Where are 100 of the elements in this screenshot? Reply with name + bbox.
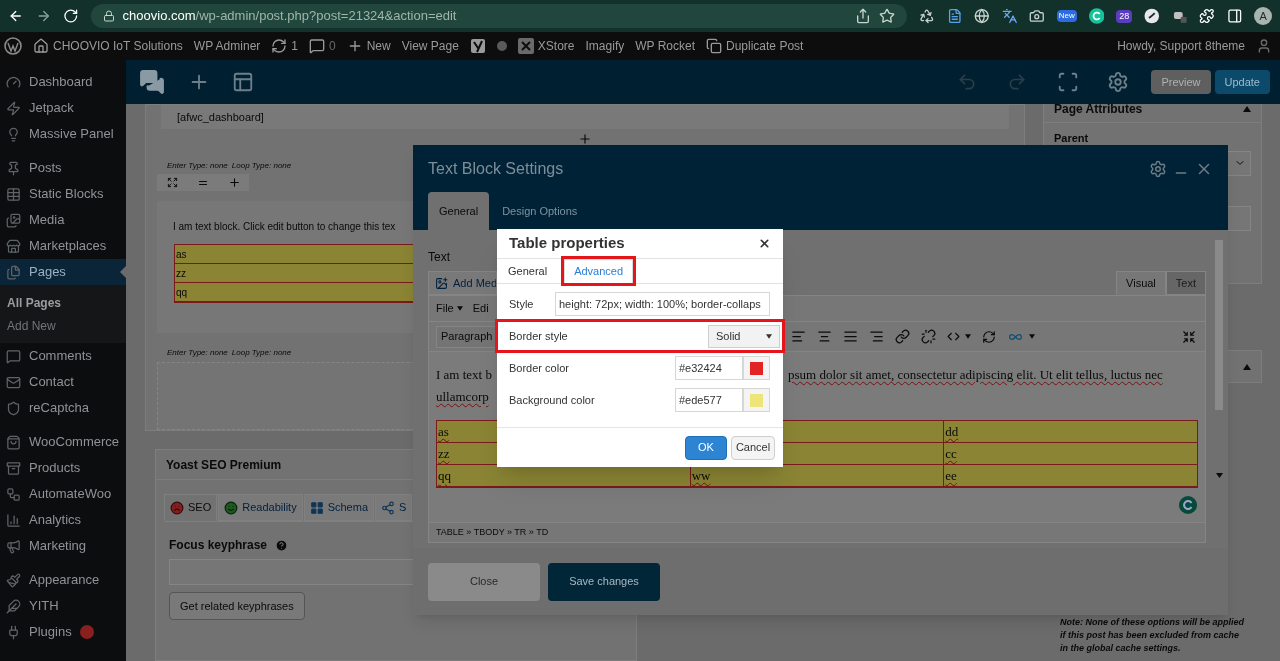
editor-menu[interactable]: Edi: [472, 300, 489, 317]
fullscreen-icon[interactable]: [1182, 329, 1196, 344]
add-media-button[interactable]: Add Med: [428, 271, 497, 295]
sidebar-item[interactable]: Jetpack: [0, 95, 126, 121]
close-button[interactable]: Close: [428, 562, 540, 601]
code-dropdown[interactable]: [947, 330, 971, 343]
cancel-button[interactable]: Cancel: [731, 435, 775, 460]
align-justify-icon[interactable]: [843, 329, 858, 344]
color-input[interactable]: #ede577: [675, 388, 743, 412]
refresh-icon[interactable]: [982, 329, 996, 344]
wordpress-logo-icon[interactable]: [4, 37, 22, 55]
sidebar-item[interactable]: Contact: [0, 369, 126, 395]
settings-icon[interactable]: [1107, 71, 1130, 93]
sidebar-item[interactable]: Plugins: [0, 619, 126, 645]
editor-tab[interactable]: Visual: [1116, 271, 1166, 295]
sidebar-item[interactable]: Appearance: [0, 567, 126, 593]
chat-bubbles-icon[interactable]: [138, 69, 166, 95]
settings-icon[interactable]: [1149, 159, 1167, 178]
camera-icon[interactable]: [1029, 8, 1045, 24]
seo-tab[interactable]: Readability: [218, 494, 303, 521]
border-style-select[interactable]: Solid: [708, 324, 780, 348]
shortcode-block[interactable]: [afwc_dashboard]: [161, 105, 1009, 129]
updates-link[interactable]: 1: [271, 37, 298, 55]
link-icon[interactable]: [895, 329, 910, 344]
reload-icon[interactable]: [63, 8, 79, 24]
layout-icon[interactable]: [232, 71, 254, 93]
dialog-tab[interactable]: Advanced: [564, 259, 634, 283]
sidebar-item[interactable]: Analytics: [0, 507, 126, 533]
help-icon[interactable]: [275, 538, 289, 552]
grammar-check-icon[interactable]: [1179, 496, 1197, 514]
xstore-link[interactable]: XStore: [517, 37, 575, 55]
admin-bar-link[interactable]: WP Adminer: [193, 37, 261, 55]
admin-bar-link[interactable]: View Page: [401, 37, 459, 55]
translate-icon[interactable]: [1001, 8, 1018, 24]
sidebar-item[interactable]: YITH: [0, 593, 126, 619]
editor-menu[interactable]: File: [436, 300, 463, 317]
seo-tab[interactable]: S: [375, 494, 413, 521]
sidebar-item[interactable]: Massive Panel: [0, 121, 126, 147]
sidebar-item[interactable]: Posts: [0, 155, 126, 181]
add-button[interactable]: [219, 174, 249, 191]
ok-button[interactable]: OK: [685, 435, 727, 460]
align-left-icon[interactable]: [791, 329, 806, 344]
fullscreen-icon[interactable]: [1057, 71, 1080, 93]
sidebar-item[interactable]: Media: [0, 207, 126, 233]
align-center-icon[interactable]: [817, 329, 832, 344]
sidebar-item[interactable]: Marketing: [0, 533, 126, 559]
table-cell[interactable]: ee: [943, 465, 1197, 486]
sidebar-item[interactable]: Static Blocks: [0, 181, 126, 207]
format-select[interactable]: Paragraph: [436, 325, 498, 348]
expand-button[interactable]: [157, 174, 187, 191]
admin-bar-link[interactable]: Imagify: [585, 37, 625, 55]
share-icon[interactable]: [855, 8, 872, 24]
table-cell[interactable]: dd: [943, 421, 1197, 442]
extension-badge[interactable]: New: [1056, 10, 1077, 22]
sidebar-item[interactable]: Products: [0, 455, 126, 481]
circle-extension-icon[interactable]: [1144, 8, 1160, 24]
color-input[interactable]: #e32424: [675, 356, 743, 380]
address-bar[interactable]: choovio.com/wp-admin/post.php?post=21324&action=edit: [90, 4, 908, 28]
comments-link[interactable]: 0: [309, 37, 336, 55]
close-icon[interactable]: [758, 237, 771, 250]
sidebar-item[interactable]: Comments: [0, 343, 126, 369]
sidebar-item[interactable]: reCaptcha: [0, 395, 126, 421]
yoast-logo-icon[interactable]: [469, 38, 486, 54]
sidebar-item[interactable]: Dashboard: [0, 69, 126, 95]
new-content-link[interactable]: New: [346, 37, 391, 55]
collapse-triangle-icon[interactable]: [1243, 363, 1251, 370]
add-icon[interactable]: [578, 132, 592, 146]
unlink-icon[interactable]: [921, 329, 936, 344]
sidebar-item[interactable]: WooCommerce: [0, 429, 126, 455]
modal-tab[interactable]: General: [428, 192, 490, 230]
update-button[interactable]: Update: [1214, 70, 1270, 94]
scroll-down-arrow-icon[interactable]: [1215, 473, 1223, 478]
seo-tab[interactable]: SEO: [164, 494, 218, 521]
sidebar-item[interactable]: Marketplaces: [0, 233, 126, 259]
profile-avatar[interactable]: A: [1254, 7, 1272, 25]
bookmark-star-icon[interactable]: [879, 8, 896, 24]
submenu-item[interactable]: Add New: [0, 314, 126, 337]
collapse-triangle-icon[interactable]: [1243, 105, 1251, 112]
align-right-icon[interactable]: [869, 329, 884, 344]
user-avatar-icon[interactable]: [1256, 38, 1272, 54]
document-icon[interactable]: [946, 8, 963, 24]
color-picker-button[interactable]: [743, 356, 770, 380]
grammar-extension-icon[interactable]: [1088, 8, 1105, 24]
site-name-link[interactable]: CHOOVIO IoT Solutions: [33, 37, 183, 55]
save-button[interactable]: Save changes: [548, 562, 660, 601]
admin-bar-link[interactable]: WP Rocket: [635, 37, 695, 55]
table-cell[interactable]: cc: [943, 443, 1197, 464]
sidebar-item[interactable]: AutomateWoo: [0, 481, 126, 507]
modal-tab[interactable]: Design Options: [491, 192, 589, 230]
seo-tab[interactable]: Schema: [303, 494, 374, 521]
style-input[interactable]: height: 72px; width: 100%; border-collaps: [555, 292, 770, 316]
globe-icon[interactable]: [974, 8, 990, 24]
sidebar-item[interactable]: Pages: [0, 259, 126, 285]
submenu-item[interactable]: All Pages: [0, 291, 126, 314]
recycle-icon[interactable]: [919, 8, 935, 24]
duplicate-post-link[interactable]: Duplicate Post: [706, 37, 804, 55]
puzzle-icon[interactable]: [1199, 8, 1215, 24]
back-icon[interactable]: [8, 8, 24, 24]
extension-badge[interactable]: 28: [1116, 9, 1133, 23]
greeting-text[interactable]: Howdy, Support 8theme: [1117, 37, 1245, 55]
